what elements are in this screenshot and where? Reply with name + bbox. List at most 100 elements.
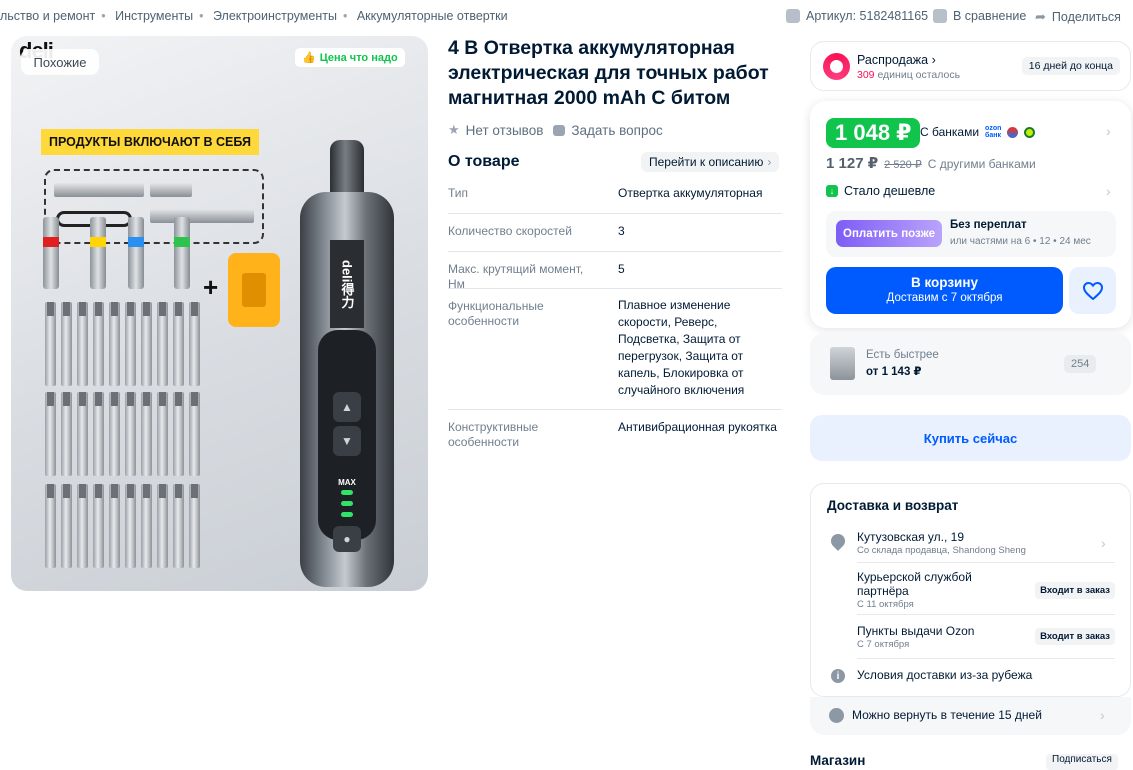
offer-thumbnail [830,347,855,380]
bit [125,484,136,568]
product-meta: ★ Нет отзывов Задать вопрос [448,122,663,138]
bit [45,302,56,386]
bit [173,392,184,476]
bit [77,484,88,568]
price-drop-label: Стало дешевле [844,184,936,198]
spec-key: Макс. крутящий момент, Нм [448,262,584,291]
heart-icon [1082,281,1103,300]
reverse-switch-icon: ▼ [333,426,361,456]
favorite-button[interactable] [1069,267,1116,314]
copy-icon [786,9,800,23]
bit [125,392,136,476]
divider [857,614,1115,615]
breadcrumb-item[interactable]: Электроинструменты [213,9,337,23]
led-indicator [341,512,353,517]
reviews-link[interactable]: ★ Нет отзывов [448,122,543,138]
magnetizer [228,253,280,327]
extension-bar [54,183,144,197]
bit [189,392,200,476]
bank-icon [1007,126,1019,138]
goto-description-button[interactable]: Перейти к описанию › [641,152,780,172]
breadcrumb-item[interactable]: льство и ремонт [0,9,95,23]
chevron-right-icon: › [767,155,772,169]
courier-date: С 11 октября [857,599,914,610]
pay-later-button[interactable]: Оплатить позже [836,220,942,247]
subscribe-button[interactable]: Подписаться [1046,754,1118,770]
days-left-badge: 16 дней до конца [1021,57,1120,75]
bit [109,302,120,386]
with-banks[interactable]: С банками ozon банк [920,125,1036,139]
spec-value: 3 [618,224,625,238]
bit [189,302,200,386]
installments-subtitle: или частями на 6 • 12 • 24 мес [950,236,1091,247]
bit [157,302,168,386]
buy-now-button[interactable]: Купить сейчас [810,415,1131,461]
breadcrumb-item[interactable]: Инструменты [115,9,193,23]
sale-units: 309 единиц осталось [857,69,961,81]
faster-offer-card[interactable]: Есть быстрее от 1 143 ₽ 254 [810,333,1131,395]
compare-button[interactable]: В сравнение [933,9,1026,23]
bit-slot4 [174,217,190,289]
divider [857,658,1115,659]
courier-option[interactable]: Курьерской службой партнёра С 11 октября… [857,570,1115,611]
similar-button[interactable]: Похожие [21,49,99,75]
spec-row: Конструктивные особенности Антивибрацион… [448,410,782,460]
plus-sign: + [203,272,219,302]
shop-heading: Магазин [810,753,866,768]
ask-question-link[interactable]: Задать вопрос [553,122,663,138]
max-label: MAX [338,478,356,487]
bit [61,302,72,386]
price-good-badge[interactable]: 👍 Цена что надо [295,48,405,67]
bit [77,302,88,386]
star-icon: ★ [448,122,460,137]
abroad-delivery-link[interactable]: Условия доставки из-за рубежа [857,668,1115,682]
bit [141,484,152,568]
bit-h4 [128,217,144,289]
bit [141,302,152,386]
driver-brand: deli得力 [330,240,364,328]
price-drop-link[interactable]: ↓ Стало дешевле [826,184,935,198]
article-text: Артикул: 5182481165 [806,9,929,23]
ask-question-label: Задать вопрос [571,122,663,138]
chevron-right-icon: › [1106,183,1111,199]
price-card: 1 048 ₽ С банками ozon банк › 1 127 ₽ 2 5… [810,101,1131,328]
bit-ph2 [43,217,59,289]
screwdriver-illustration: deli得力 ▲ ▼ MAX ● [300,140,394,590]
breadcrumb-item[interactable]: Аккумуляторные отвертки [357,9,508,23]
share-button[interactable]: ➦ Поделиться [1035,9,1121,25]
included-badge: Входит в заказ [1035,582,1115,599]
compare-icon [933,9,947,23]
price-good-label: Цена что надо [319,51,398,64]
article-number[interactable]: Артикул: 5182481165 [786,9,928,23]
offers-count-badge: 254 [1064,355,1097,373]
address-line: Кутузовская ул., 19 [857,530,965,544]
installments-box[interactable]: Оплатить позже Без переплат или частями … [826,211,1116,257]
breadcrumb-separator: • [199,9,204,23]
address-sub: Со склада продавца, Shandong Sheng [857,545,1026,556]
add-to-cart-button[interactable]: В корзину Доставим с 7 октября [826,267,1063,314]
location-pin-icon [828,531,848,551]
return-policy-row[interactable]: Можно вернуть в течение 15 дней › [810,697,1131,735]
sale-card[interactable]: Распродажа › 309 единиц осталось 16 дней… [810,41,1131,91]
forward-switch-icon: ▲ [333,392,361,422]
bit [93,392,104,476]
bit [45,392,56,476]
ozon-bank-icon: ozon банк [985,125,1002,139]
delivery-date-label: Доставим с 7 октября [886,292,1003,304]
bit [109,484,120,568]
about-heading: О товаре [448,153,520,170]
pickup-option[interactable]: Пункты выдачи Ozon С 7 октября Входит в … [857,624,1115,651]
bank-price[interactable]: 1 048 ₽ [826,118,921,148]
chevron-right-icon: › [1101,535,1106,551]
spec-row: Функциональные особенности Плавное измен… [448,289,782,410]
included-badge: Входит в заказ [1035,628,1115,645]
faster-label: Есть быстрее [866,349,939,361]
spec-value: 5 [618,262,625,276]
product-image[interactable]: deli ПРОДУКТЫ ВКЛЮЧАЮТ В СЕБЯ + deli得力 [11,36,428,591]
reviews-label: Нет отзывов [465,122,544,138]
arrow-down-icon: ↓ [826,185,838,197]
spec-key: Функциональные особенности [448,299,544,328]
bit [109,392,120,476]
delivery-address[interactable]: Кутузовская ул., 19 Со склада продавца, … [857,530,1115,557]
bit-holder [150,209,254,223]
